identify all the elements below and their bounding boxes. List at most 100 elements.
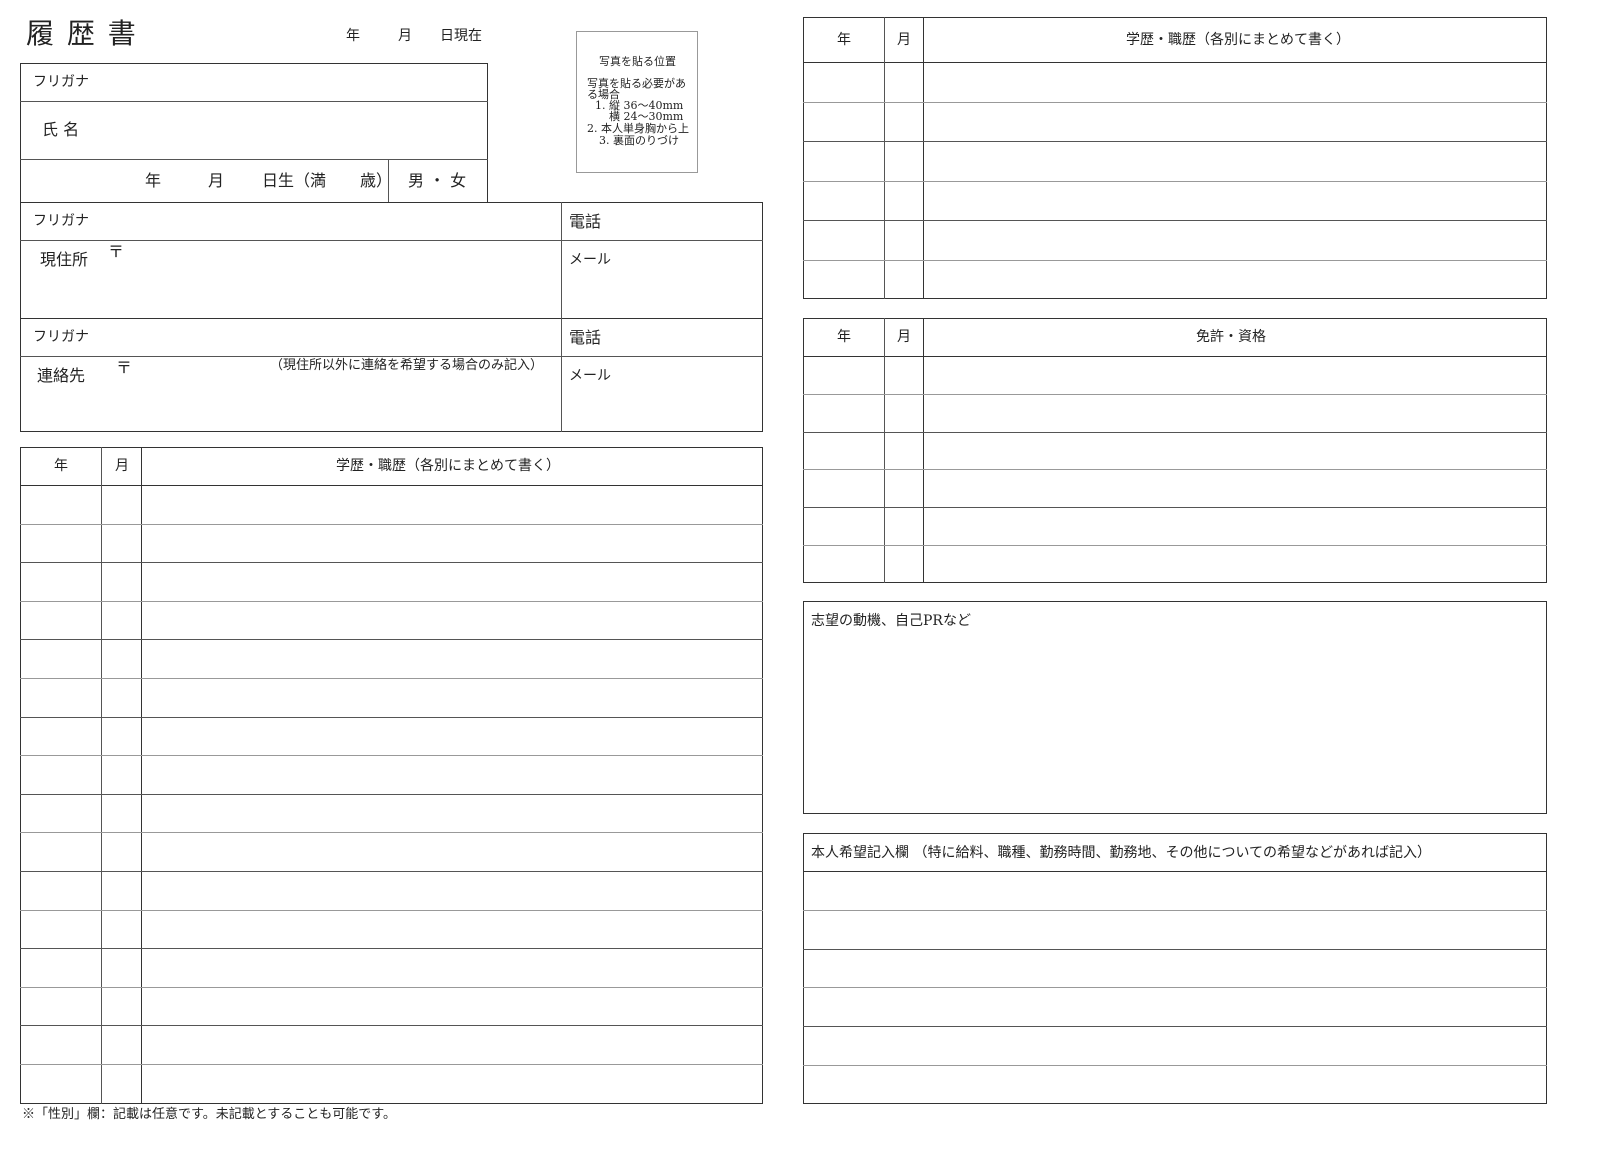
history-right-content-cell[interactable] xyxy=(923,102,1547,142)
history-right-content-cell[interactable] xyxy=(923,141,1547,181)
photo-area[interactable]: 写真を貼る位置 写真を貼る必要があ る場合 1. 縦 36〜40mm 横 24〜… xyxy=(576,31,698,173)
history-right-month-cell[interactable] xyxy=(884,62,923,102)
license-content-cell[interactable] xyxy=(923,394,1547,432)
wishes-row[interactable] xyxy=(803,987,1547,1026)
history-right-month-cell[interactable] xyxy=(884,181,923,221)
history-left-content-cell[interactable] xyxy=(141,910,763,949)
history-left-year-cell[interactable] xyxy=(20,639,101,678)
contact-field[interactable] xyxy=(130,378,555,428)
history-left-content-cell[interactable] xyxy=(141,524,763,563)
history-right-month-cell[interactable] xyxy=(884,260,923,300)
license-content-cell[interactable] xyxy=(923,469,1547,507)
history-left-month-cell[interactable] xyxy=(101,910,141,949)
license-year-cell[interactable] xyxy=(803,394,884,432)
license-content-cell[interactable] xyxy=(923,432,1547,470)
history-left-content-cell[interactable] xyxy=(141,987,763,1026)
license-month-cell[interactable] xyxy=(884,432,923,470)
license-month-cell[interactable] xyxy=(884,394,923,432)
history-left-year-cell[interactable] xyxy=(20,1025,101,1064)
history-left-year-cell[interactable] xyxy=(20,987,101,1026)
license-year-cell[interactable] xyxy=(803,545,884,583)
history-left-month-cell[interactable] xyxy=(101,1025,141,1064)
history-right-content-cell[interactable] xyxy=(923,62,1547,102)
history-left-content-cell[interactable] xyxy=(141,717,763,756)
history-left-content-cell[interactable] xyxy=(141,1064,763,1103)
history-left-year-cell[interactable] xyxy=(20,910,101,949)
history-left-month-cell[interactable] xyxy=(101,948,141,987)
history-left-month-cell[interactable] xyxy=(101,485,141,524)
history-left-month-cell[interactable] xyxy=(101,832,141,871)
address-postal-mark: 〒 xyxy=(108,242,125,261)
history-left-month-cell[interactable] xyxy=(101,717,141,756)
history-left-month-cell[interactable] xyxy=(101,794,141,833)
history-left-year-cell[interactable] xyxy=(20,948,101,987)
history-left-content-cell[interactable] xyxy=(141,1025,763,1064)
wishes-row[interactable] xyxy=(803,1065,1547,1104)
history-left-year-cell[interactable] xyxy=(20,485,101,524)
history-left-month-cell[interactable] xyxy=(101,562,141,601)
history-left-year-cell[interactable] xyxy=(20,562,101,601)
history-left-month-cell[interactable] xyxy=(101,678,141,717)
contact-furigana-label: フリガナ xyxy=(33,329,89,345)
history-left-content-cell[interactable] xyxy=(141,948,763,987)
history-left-year-cell[interactable] xyxy=(20,1064,101,1103)
license-year-cell[interactable] xyxy=(803,507,884,545)
history-right-year-cell[interactable] xyxy=(803,141,884,181)
history-left-month-cell[interactable] xyxy=(101,601,141,640)
history-left-content-cell[interactable] xyxy=(141,678,763,717)
license-year-header: 年 xyxy=(837,329,851,345)
history-right-content-cell[interactable] xyxy=(923,260,1547,300)
history-left-month-cell[interactable] xyxy=(101,639,141,678)
history-left-content-cell[interactable] xyxy=(141,755,763,794)
address-field[interactable] xyxy=(130,244,555,314)
history-left-year-cell[interactable] xyxy=(20,717,101,756)
history-right-year-cell[interactable] xyxy=(803,181,884,221)
wishes-row[interactable] xyxy=(803,871,1547,910)
wishes-row[interactable] xyxy=(803,910,1547,949)
gender-selector[interactable]: 男 ・ 女 xyxy=(408,173,466,189)
license-content-cell[interactable] xyxy=(923,507,1547,545)
history-left-content-cell[interactable] xyxy=(141,832,763,871)
history-left-content-cell[interactable] xyxy=(141,639,763,678)
history-right-month-cell[interactable] xyxy=(884,220,923,260)
history-right-year-cell[interactable] xyxy=(803,62,884,102)
history-right-content-cell[interactable] xyxy=(923,181,1547,221)
license-month-cell[interactable] xyxy=(884,545,923,583)
history-left-month-cell[interactable] xyxy=(101,1064,141,1103)
license-content-cell[interactable] xyxy=(923,356,1547,394)
history-left-content-cell[interactable] xyxy=(141,562,763,601)
history-right-content-cell[interactable] xyxy=(923,220,1547,260)
history-left-month-cell[interactable] xyxy=(101,524,141,563)
license-month-cell[interactable] xyxy=(884,507,923,545)
name-field[interactable] xyxy=(110,105,480,155)
license-year-cell[interactable] xyxy=(803,356,884,394)
history-left-content-cell[interactable] xyxy=(141,794,763,833)
history-left-year-cell[interactable] xyxy=(20,755,101,794)
history-left-year-cell[interactable] xyxy=(20,601,101,640)
history-left-content-cell[interactable] xyxy=(141,601,763,640)
license-month-cell[interactable] xyxy=(884,356,923,394)
history-left-content-cell[interactable] xyxy=(141,871,763,910)
history-left-month-cell[interactable] xyxy=(101,987,141,1026)
history-right-year-cell[interactable] xyxy=(803,260,884,300)
wishes-row[interactable] xyxy=(803,949,1547,988)
history-right-month-cell[interactable] xyxy=(884,102,923,142)
history-left-year-cell[interactable] xyxy=(20,794,101,833)
name-furigana-field[interactable] xyxy=(110,66,480,98)
history-right-year-cell[interactable] xyxy=(803,102,884,142)
history-left-year-cell[interactable] xyxy=(20,678,101,717)
history-left-year-cell[interactable] xyxy=(20,524,101,563)
history-left-month-cell[interactable] xyxy=(101,755,141,794)
license-year-cell[interactable] xyxy=(803,432,884,470)
history-left-month-cell[interactable] xyxy=(101,871,141,910)
history-right-month-cell[interactable] xyxy=(884,141,923,181)
license-year-cell[interactable] xyxy=(803,469,884,507)
license-month-cell[interactable] xyxy=(884,469,923,507)
license-content-cell[interactable] xyxy=(923,545,1547,583)
history-right-year-cell[interactable] xyxy=(803,220,884,260)
motivation-field[interactable] xyxy=(808,636,1542,810)
history-left-year-cell[interactable] xyxy=(20,832,101,871)
wishes-row[interactable] xyxy=(803,1026,1547,1065)
history-left-content-cell[interactable] xyxy=(141,485,763,524)
history-left-year-cell[interactable] xyxy=(20,871,101,910)
